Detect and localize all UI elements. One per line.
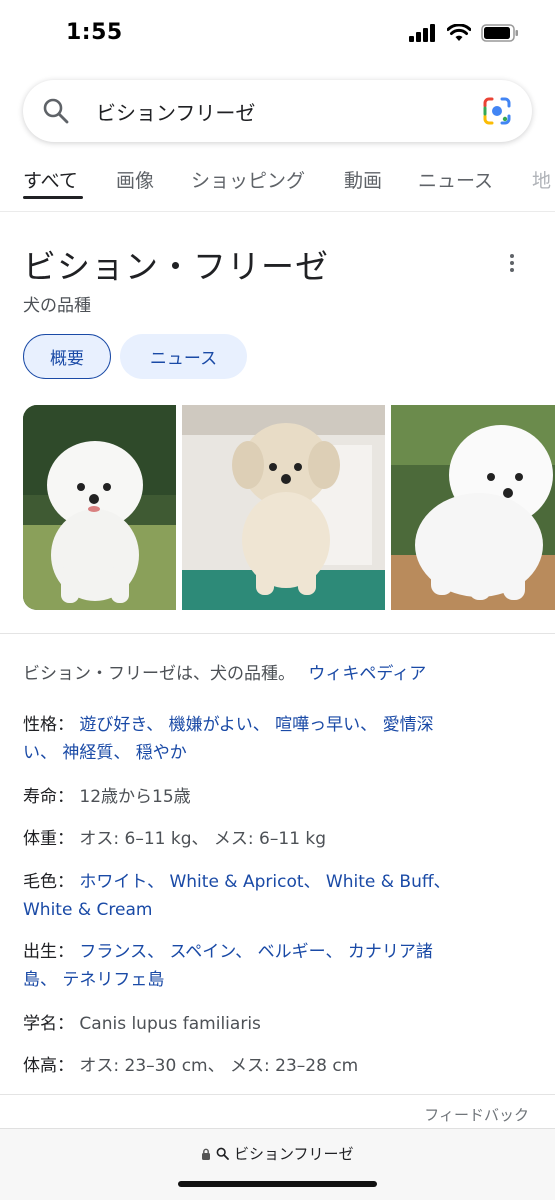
browser-url-bar[interactable] [0, 1128, 555, 1200]
page-title: ビション・フリーゼ [23, 247, 329, 286]
fact-origin: 出生： フランス、 スペイン、 ベルギー、 カナリア諸 島、 テネリフェ島 [23, 938, 523, 994]
tab-news[interactable]: ニュース [418, 166, 493, 193]
fact-label: 学名： [23, 1014, 74, 1034]
fact-height: 体高： オス: 23–30 cm、 メス: 23–28 cm [23, 1052, 523, 1080]
tab-all[interactable]: すべて [23, 166, 78, 193]
search-input[interactable]: ビションフリーゼ [96, 97, 255, 126]
dog-image-1[interactable] [23, 405, 176, 610]
dog-image-2[interactable] [182, 405, 385, 610]
fact-origin-values[interactable]: フランス、 スペイン、 ベルギー、 カナリア諸 [79, 942, 433, 962]
dog-image-3[interactable] [391, 405, 555, 610]
fact-coat-colors: 毛色： ホワイト、 White & Apricot、 White & Buff、… [23, 868, 523, 924]
fact-temperament-values[interactable]: 遊び好き、 機嫌がよい、 喧嘩っ早い、 愛情深 [79, 715, 433, 735]
fact-weight: 体重： オス: 6–11 kg、 メス: 6–11 kg [23, 825, 523, 853]
url-text: ビションフリーゼ [234, 1145, 354, 1163]
status-icons [409, 24, 519, 42]
active-tab-indicator [23, 196, 83, 199]
tab-videos[interactable]: 動画 [344, 166, 382, 193]
fact-height-value: オス: 23–30 cm、 メス: 23–28 cm [79, 1056, 359, 1076]
cellular-signal-icon [409, 24, 435, 42]
chip-overview[interactable]: 概要 [23, 334, 111, 379]
entity-subtitle: 犬の品種 [23, 296, 91, 316]
wikipedia-link[interactable]: ウィキペディア [308, 664, 426, 684]
section-divider [0, 633, 555, 634]
feedback-link[interactable]: フィードバック [424, 1104, 529, 1125]
fact-weight-value: オス: 6–11 kg、 メス: 6–11 kg [79, 829, 327, 849]
chip-news[interactable]: ニュース [120, 334, 247, 379]
fact-label: 毛色： [23, 872, 74, 892]
fact-scientific-name-value: Canis lupus familiaris [79, 1014, 261, 1034]
more-options-icon[interactable] [504, 254, 520, 278]
tab-shopping[interactable]: ショッピング [191, 166, 305, 193]
search-icon[interactable] [42, 97, 70, 125]
fact-lifespan: 寿命： 12歳から15歳 [23, 783, 523, 811]
battery-icon [481, 24, 518, 42]
home-indicator[interactable] [178, 1181, 377, 1187]
fact-temperament: 性格： 遊び好き、 機嫌がよい、 喧嘩っ早い、 愛情深 い、 神経質、 穏やか [23, 711, 523, 767]
fact-scientific-name: 学名： Canis lupus familiaris [23, 1010, 523, 1038]
status-bar: 1:55 [0, 0, 555, 72]
search-tabs: すべて 画像 ショッピング 動画 ニュース 地 [0, 160, 555, 212]
description-text: ビション・フリーゼは、犬の品種。 [23, 664, 295, 684]
wifi-icon [447, 24, 471, 41]
fact-coat-colors-values-cont[interactable]: White & Cream [23, 900, 152, 920]
fact-label: 性格： [23, 715, 74, 735]
fact-lifespan-value: 12歳から15歳 [79, 787, 191, 807]
fact-origin-values-cont[interactable]: 島、 テネリフェ島 [23, 970, 164, 990]
fact-coat-colors-values[interactable]: ホワイト、 White & Apricot、 White & Buff、 [79, 872, 450, 892]
google-lens-icon[interactable] [482, 96, 512, 126]
fact-label: 体高： [23, 1056, 74, 1076]
fact-temperament-values-cont[interactable]: い、 神経質、 穏やか [23, 743, 187, 763]
fact-label: 寿命： [23, 787, 74, 807]
url-text-container[interactable]: ビションフリーゼ [0, 1143, 555, 1164]
entity-description: ビション・フリーゼは、犬の品種。 ウィキペディア [23, 659, 426, 684]
tab-images[interactable]: 画像 [116, 166, 154, 193]
tab-maps[interactable]: 地 [532, 166, 551, 193]
lock-icon [202, 1148, 211, 1160]
tabs-divider [0, 211, 555, 212]
fact-label: 体重： [23, 829, 74, 849]
search-icon [216, 1147, 230, 1160]
status-time: 1:55 [66, 20, 123, 45]
fact-label: 出生： [23, 942, 74, 962]
bottom-divider [0, 1094, 555, 1095]
